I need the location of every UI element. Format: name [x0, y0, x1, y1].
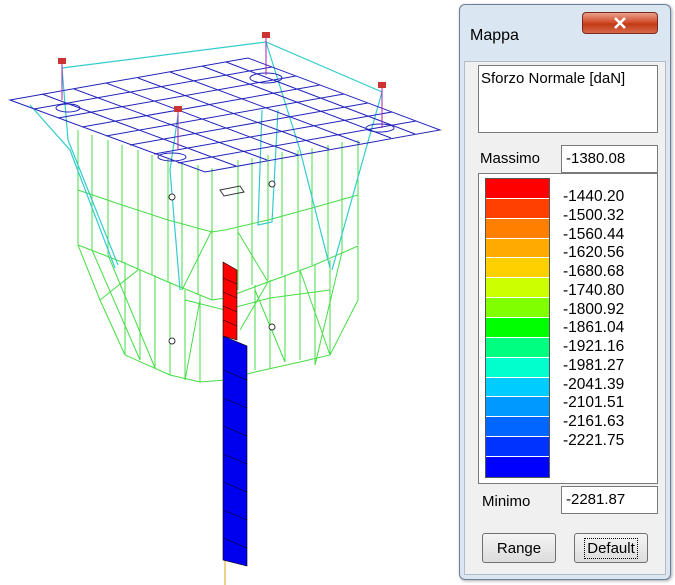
scale-value: -2161.63: [563, 413, 625, 430]
bracing-lines: [29, 41, 383, 291]
color-swatch: [486, 377, 549, 398]
scale-value: -2101.51: [563, 394, 625, 412]
mappa-window[interactable]: Mappa Sforzo Normale [daN] Massimo -1380…: [459, 4, 671, 580]
scale-value: -1800.92: [563, 300, 625, 318]
range-button[interactable]: Range: [482, 533, 556, 563]
color-swatch: [486, 397, 549, 418]
color-swatch: [486, 357, 549, 378]
scale-values: -1440.20 -1500.32 -1560.44 -1620.56 -168…: [563, 188, 624, 451]
color-swatch: [486, 337, 549, 358]
default-button[interactable]: Default: [574, 533, 648, 563]
quantity-item[interactable]: Sforzo Normale [daN]: [481, 70, 655, 87]
close-button[interactable]: [582, 12, 658, 34]
close-x-icon: [614, 17, 626, 29]
color-scale-legend: -1440.20 -1500.32 -1560.44 -1620.56 -168…: [478, 173, 658, 484]
scale-value: -1500.32: [563, 206, 625, 224]
min-value-field[interactable]: -2281.87: [561, 486, 658, 514]
scale-value: -2041.39: [563, 375, 625, 393]
scale-value: -1740.80: [563, 281, 625, 299]
pile-stress-map: [222, 261, 248, 585]
color-swatch: [486, 298, 549, 319]
color-swatch: [486, 278, 549, 299]
color-swatch: [486, 417, 549, 438]
color-swatch: [486, 238, 549, 259]
scale-value: -1861.04: [563, 319, 625, 337]
max-value-field[interactable]: -1380.08: [561, 145, 658, 173]
color-swatch: [486, 179, 549, 199]
scale-value: -1680.68: [563, 263, 625, 280]
scale-value: -1981.27: [563, 356, 625, 374]
quantity-list[interactable]: Sforzo Normale [daN]: [478, 65, 658, 133]
default-button-label: Default: [584, 537, 638, 559]
title-bar[interactable]: Mappa: [460, 5, 670, 59]
window-title: Mappa: [470, 27, 519, 44]
color-swatch: [486, 198, 549, 219]
color-swatch: [486, 258, 549, 279]
scale-value: -1921.16: [563, 338, 625, 355]
color-swatch: [486, 218, 549, 239]
color-swatch: [486, 457, 549, 477]
color-swatch: [486, 437, 549, 458]
min-label: Minimo: [482, 493, 531, 510]
color-bar: [485, 178, 550, 478]
structure-viewport[interactable]: [0, 0, 450, 585]
scale-value: -2221.75: [563, 431, 625, 449]
wall-mesh: [77, 130, 359, 383]
max-label: Massimo: [480, 150, 541, 167]
range-button-label: Range: [496, 539, 542, 557]
scale-value: -1440.20: [563, 188, 625, 205]
color-swatch: [486, 318, 549, 338]
scale-value: -1560.44: [563, 225, 625, 243]
scale-value: -1620.56: [563, 244, 625, 262]
